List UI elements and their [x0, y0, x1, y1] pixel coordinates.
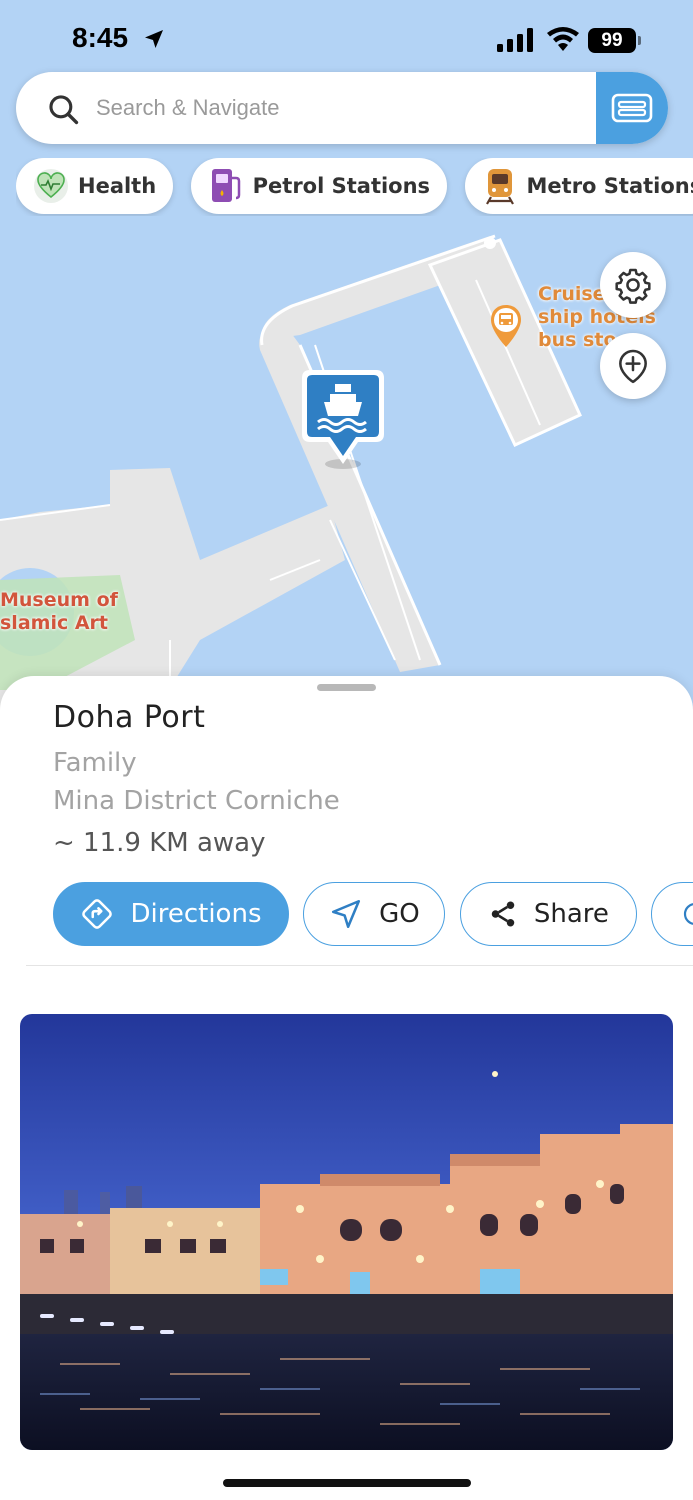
- bus-stop-pin-icon[interactable]: [489, 303, 523, 349]
- status-time: 8:45: [72, 22, 129, 53]
- train-icon: [481, 167, 519, 205]
- location-arrow-icon: [145, 30, 163, 48]
- saved-cards-button[interactable]: [596, 72, 668, 144]
- place-title: Doha Port: [53, 700, 206, 735]
- fuel-pump-icon: [207, 167, 245, 205]
- battery-nub: [638, 36, 641, 45]
- map-settings-button[interactable]: [600, 252, 666, 318]
- battery-level: 99: [588, 28, 636, 53]
- action-icon: [684, 903, 693, 925]
- gear-icon: [615, 268, 651, 304]
- directions-label: Directions: [130, 899, 262, 929]
- go-button[interactable]: GO: [303, 882, 446, 946]
- ship-pin-icon[interactable]: [300, 368, 386, 472]
- search-icon: [49, 95, 79, 125]
- share-label: Share: [533, 899, 609, 929]
- home-indicator[interactable]: [223, 1479, 471, 1487]
- search-input[interactable]: [96, 90, 576, 126]
- place-actions: Directions GO Share: [53, 882, 693, 948]
- more-action-button[interactable]: [651, 882, 693, 946]
- place-area: Mina District Corniche: [53, 786, 340, 816]
- place-photo[interactable]: [20, 1014, 673, 1450]
- wifi-icon: [547, 27, 579, 51]
- place-distance: ~ 11.9 KM away: [53, 828, 266, 858]
- search-bar[interactable]: [16, 72, 668, 144]
- add-location-icon: [619, 349, 647, 384]
- category-chip-label: Health: [78, 174, 157, 198]
- category-chip-petrol-stations[interactable]: Petrol Stations: [190, 158, 448, 214]
- category-chip-label: Petrol Stations: [252, 174, 431, 198]
- category-chip-metro-stations[interactable]: Metro Stations: [464, 158, 693, 214]
- museum-label-line2: slamic Art: [0, 612, 108, 634]
- share-icon: [491, 901, 515, 927]
- category-chip-health[interactable]: Health: [16, 158, 174, 214]
- category-chip-label: Metro Stations: [526, 174, 693, 198]
- navigation-arrow-icon: [332, 899, 361, 929]
- section-divider: [26, 965, 693, 966]
- directions-button[interactable]: Directions: [53, 882, 289, 946]
- cellular-signal-icon: [497, 28, 533, 52]
- heart-pulse-icon: [32, 167, 70, 205]
- go-label: GO: [379, 899, 420, 929]
- directions-icon: [82, 899, 113, 929]
- share-button[interactable]: Share: [459, 882, 637, 946]
- category-chips: Health Petrol Stations Metro Stations: [16, 158, 693, 216]
- add-place-button[interactable]: [600, 333, 666, 399]
- museum-map-label[interactable]: Museum of slamic Art: [0, 589, 118, 635]
- doha-port-photo: [20, 1014, 673, 1450]
- status-bar: 8:45 99: [0, 0, 693, 72]
- museum-label-line1: Museum of: [0, 589, 118, 611]
- card-icon: [611, 93, 653, 123]
- sheet-grabber[interactable]: [317, 684, 376, 691]
- place-category: Family: [53, 748, 137, 778]
- place-details-sheet: Doha Port Family Mina District Corniche …: [0, 676, 693, 1500]
